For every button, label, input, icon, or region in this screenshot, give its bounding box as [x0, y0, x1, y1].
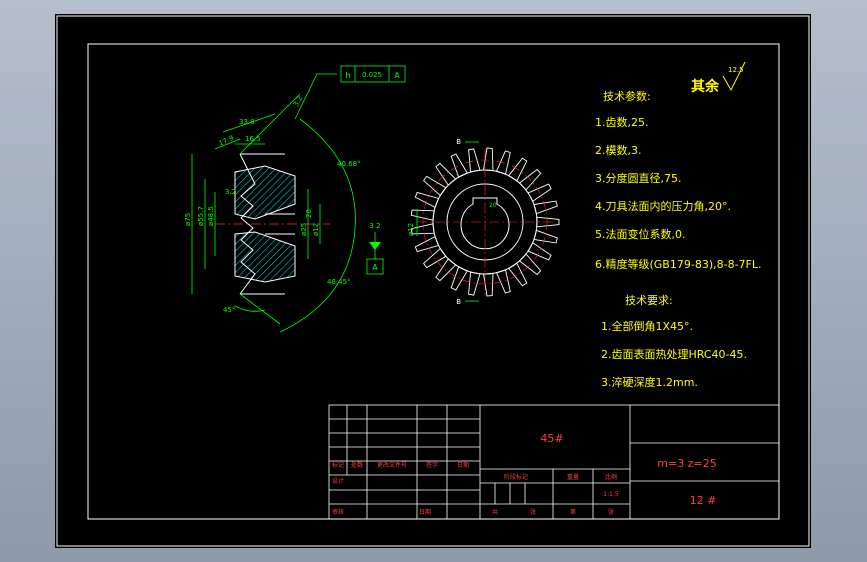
section-view: h 0.025 A A 3.2 3.2 33.8 17.9 16.5 40.68…: [184, 65, 406, 333]
cad-viewport: h 0.025 A A 3.2 3.2 33.8 17.9 16.5 40.68…: [0, 0, 867, 562]
tb-sheet-label: 共: [492, 508, 498, 516]
tech-param-1: 1.齿数,25.: [595, 116, 649, 129]
dim-3-2: 3.2: [225, 188, 236, 196]
keyway-dim: 20: [489, 202, 497, 209]
dim-angle-45: 45°: [223, 306, 235, 314]
angle-arc-45: [234, 305, 266, 312]
gear-tooth: [518, 253, 542, 276]
notes: 其余 12.5 技术参数: 1.齿数,25. 2.模数,3. 3.分度圆直径,7…: [595, 61, 762, 389]
tech-param-5: 5.法面变位系数,0.: [595, 227, 686, 241]
tb-stage-label: 阶段标记: [504, 473, 528, 481]
tb-weight-label: 重量: [567, 473, 579, 481]
datum-label: A: [372, 263, 378, 272]
tb-scale-label: 比例: [605, 473, 617, 481]
tb-header-mark: 标记: [332, 461, 344, 469]
tech-req-3: 3.淬硬深度1.2mm.: [601, 375, 698, 389]
dim-17-9: 17.9: [217, 134, 235, 148]
gear-tooth: [495, 269, 511, 294]
bore-dim: ø12: [407, 223, 415, 236]
tech-params-title: 技术参数:: [603, 89, 651, 103]
tb-page-of: 张: [608, 508, 614, 516]
tech-param-3: 3.分度圆直径,75.: [595, 171, 682, 185]
tolerance-symbol: h: [345, 71, 350, 80]
tb-page-label: 第: [570, 508, 576, 516]
dim-20: 20: [305, 209, 313, 218]
dim-chamfer: 3.2: [292, 94, 304, 108]
tb-scale-value: 1:1.5: [603, 491, 619, 498]
tolerance-value: 0.025: [362, 71, 382, 79]
dim-d12: ø12: [312, 223, 320, 236]
section-hatch-upper: [234, 165, 296, 220]
tb-header-sign: 签字: [426, 461, 438, 469]
dim-16-5: 16.5: [245, 135, 261, 143]
tech-param-2: 2.模数,3.: [595, 144, 642, 157]
gear-tooth: [468, 271, 481, 296]
front-view: B B ø12 20: [407, 138, 560, 306]
section-b-top: B: [456, 138, 461, 146]
tech-req-2: 2.齿面表面热处理HRC40-45.: [601, 347, 747, 361]
cone-extension-lower: [239, 293, 281, 325]
surface-finish-label: 其余: [691, 78, 720, 95]
drawing-sheet: h 0.025 A A 3.2 3.2 33.8 17.9 16.5 40.68…: [55, 14, 811, 548]
dim-d55: ø55.7: [197, 206, 205, 226]
tech-req-1: 1.全部倒角1X45°.: [601, 319, 693, 333]
roughness-right: 3.2: [369, 222, 380, 230]
tb-header-date: 日期: [457, 461, 469, 469]
tb-sheet-of: 张: [530, 508, 536, 516]
tb-approve-label: 审核: [332, 508, 344, 516]
tolerance-leader: [294, 73, 337, 120]
material: 45#: [540, 432, 563, 445]
datum-triangle: [369, 242, 381, 250]
gear-tooth: [410, 209, 435, 221]
tech-param-4: 4.刀具法面内的压力角,20°.: [595, 199, 731, 213]
tb-header-count: 处数: [351, 461, 363, 469]
gear-tooth: [414, 191, 440, 209]
title-block-text: 45# m=3 z=25 12 # 标记 处数 更改文件号 签字 日期 设计 审…: [332, 432, 717, 516]
dim-d75: ø75: [184, 213, 192, 226]
dim-33-8: 33.8: [239, 118, 255, 126]
tech-req-title: 技术要求:: [625, 294, 673, 307]
gear-tooth: [533, 229, 558, 244]
dim-40-68: 40.68°: [337, 160, 361, 168]
tb-design-label: 设计: [332, 477, 344, 485]
section-b-bottom: B: [456, 298, 461, 306]
dim-d48: ø48.5: [207, 206, 215, 226]
tech-param-6: 6.精度等级(GB179-83),8-8-7FL.: [595, 257, 762, 271]
dim-angle-48: 48.45°: [327, 278, 351, 286]
gear-spec: m=3 z=25: [657, 457, 716, 470]
section-hatch-lower: [234, 231, 296, 283]
gear-tooth: [533, 200, 558, 215]
dim-d25: ø25: [300, 223, 308, 236]
surface-finish-value: 12.5: [728, 66, 744, 74]
tb-header-docno: 更改文件号: [377, 461, 407, 469]
tolerance-datum: A: [394, 71, 400, 80]
tb-date-label: 日期: [419, 508, 431, 516]
drawing-canvas: h 0.025 A A 3.2 3.2 33.8 17.9 16.5 40.68…: [56, 15, 810, 547]
drawing-number: 12 #: [690, 494, 717, 507]
